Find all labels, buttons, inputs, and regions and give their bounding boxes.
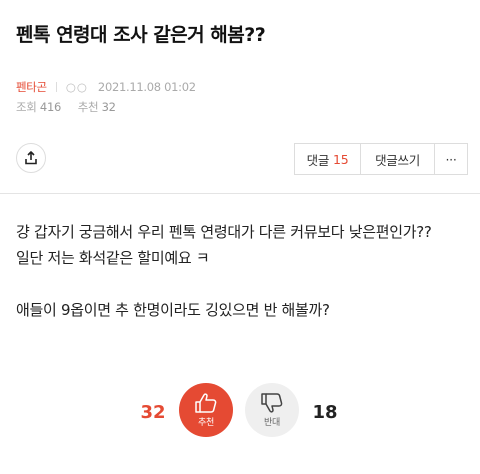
body-line xyxy=(16,271,432,297)
thumbs-down-icon xyxy=(261,393,283,413)
thumbs-up-icon xyxy=(195,393,217,413)
more-button[interactable]: ··· xyxy=(435,144,467,174)
author-name[interactable]: ○○ xyxy=(66,80,88,94)
body-line: 애들이 9옵이면 추 한명이라도 깅있으면 반 해볼까? xyxy=(16,301,330,319)
comment-label: 댓글 xyxy=(306,152,330,168)
views-count: 416 xyxy=(39,100,61,114)
body-line: 걍 갑자기 궁금해서 우리 펜톡 연령대가 다른 커뮤보다 낮은편인가?? xyxy=(16,223,432,241)
body-line: 일단 저는 화석같은 할미예요 ㅋ xyxy=(16,249,210,267)
comment-count: 15 xyxy=(333,151,349,167)
comment-button[interactable]: 댓글 15 xyxy=(295,144,361,174)
downvote-button[interactable]: 반대 xyxy=(245,383,299,437)
category-link[interactable]: 펜타곤 xyxy=(16,79,47,95)
meta-divider xyxy=(55,82,57,92)
downvote-count: 18 xyxy=(312,402,338,423)
post-action-group: 댓글 15 댓글쓰기 ··· xyxy=(294,143,468,175)
upvote-count: 32 xyxy=(140,402,166,423)
recommend-count: 32 xyxy=(101,100,116,114)
downvote-label: 반대 xyxy=(264,418,280,428)
upvote-label: 추천 xyxy=(198,418,214,428)
post-stats: 조회 416 추천 32 xyxy=(16,99,116,115)
views-label: 조회 xyxy=(16,100,37,114)
post-title: 펜톡 연령대 조사 같은거 해봄?? xyxy=(16,24,266,46)
upvote-button[interactable]: 추천 xyxy=(179,383,233,437)
write-comment-label: 댓글쓰기 xyxy=(375,152,420,168)
content-divider xyxy=(0,193,480,194)
recommend-label: 추천 xyxy=(77,100,99,114)
post-date: 2021.11.08 01:02 xyxy=(97,80,196,94)
write-comment-button[interactable]: 댓글쓰기 xyxy=(361,144,435,174)
more-icon: ··· xyxy=(445,151,457,167)
share-button[interactable] xyxy=(16,143,46,173)
post-body: 걍 갑자기 궁금해서 우리 펜톡 연령대가 다른 커뮤보다 낮은편인가?? 일단… xyxy=(16,219,432,323)
post-meta: 펜타곤 ○○ 2021.11.08 01:02 xyxy=(16,79,196,95)
share-icon xyxy=(25,151,37,165)
